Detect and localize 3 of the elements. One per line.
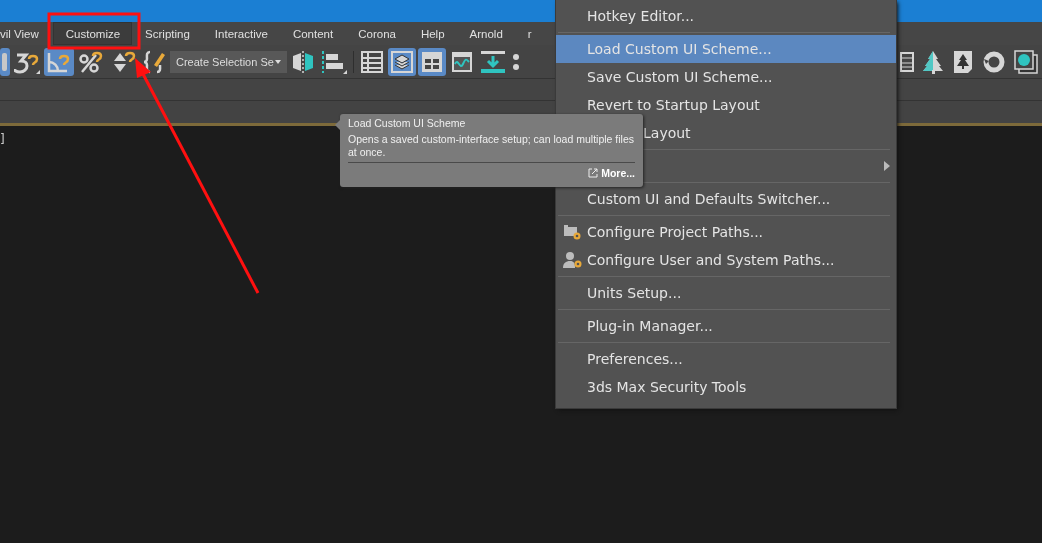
tooltip-title: Load Custom UI Scheme	[348, 117, 467, 129]
viewport-label: ]	[0, 132, 5, 146]
tooltip-text: Opens a saved custom-interface setup; can load multiple files at once.	[348, 133, 635, 159]
